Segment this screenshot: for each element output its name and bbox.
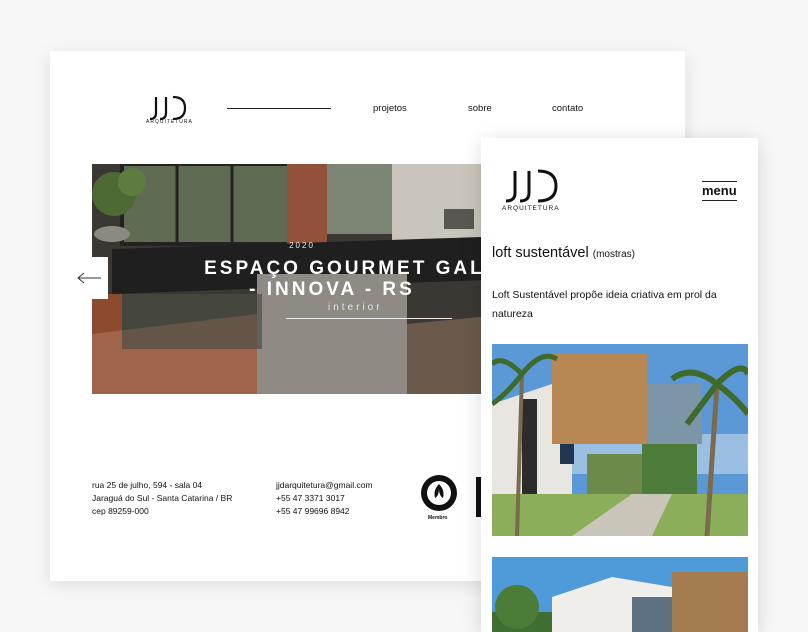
house-photo — [492, 557, 748, 632]
menu-button[interactable]: menu — [702, 181, 737, 201]
project-title[interactable]: loft sustentável — [492, 245, 589, 261]
nav-sobre[interactable]: sobre — [468, 103, 492, 114]
mobile-mockup: ARQUITETURA menu loft sustentável (mostr… — [481, 138, 758, 632]
arrow-left-icon — [77, 272, 101, 284]
hero-slider[interactable]: 2020 ESPAÇO GOURMET GALPÃO C - INNOVA - … — [92, 164, 512, 394]
logo-mark-icon — [505, 169, 558, 203]
phone-link[interactable]: +55 47 3371 3017 — [276, 492, 373, 505]
phone-link[interactable]: +55 47 99696 8942 — [276, 505, 373, 518]
project-description: Loft Sustentável propõe ideia criativa e… — [492, 289, 717, 320]
footer-address: rua 25 de julho, 594 - sala 04 Jaraguá d… — [92, 479, 232, 518]
footer-contact: jjdarquitetura@gmail.com +55 47 3371 301… — [276, 479, 373, 518]
project-heading: loft sustentável (mostras) — [492, 245, 635, 261]
hero-title-line2: - INNOVA - RS — [249, 279, 415, 300]
hero-title: ESPAÇO GOURMET GALPÃO C - INNOVA - RS — [142, 258, 512, 300]
nav-divider — [227, 108, 331, 109]
project-photo[interactable] — [492, 557, 748, 632]
hero-underline — [286, 318, 452, 319]
nav-projetos[interactable]: projetos — [373, 103, 407, 114]
green-building-council-seal-icon — [420, 474, 458, 512]
project-photo[interactable] — [492, 344, 748, 536]
hero-year: 2020 — [289, 241, 315, 250]
address-line: Jaraguá do Sul - Santa Catarina / BR — [92, 493, 233, 503]
address-line: cep 89259-000 — [92, 506, 149, 516]
mobile-logo-subtitle: ARQUITETURA — [502, 205, 560, 212]
email-link[interactable]: jjdarquitetura@gmail.com — [276, 479, 373, 492]
hero-title-line1: ESPAÇO GOURMET GALPÃO C — [204, 258, 512, 279]
address-line: rua 25 de julho, 594 - sala 04 — [92, 480, 203, 490]
logo-subtitle: ARQUITETURA — [146, 119, 193, 125]
mobile-logo[interactable] — [502, 169, 558, 210]
loft-photo — [492, 344, 748, 536]
hero-subtitle: interior — [328, 302, 383, 313]
nav-contato[interactable]: contato — [552, 103, 583, 114]
slider-prev-button[interactable] — [70, 257, 108, 299]
project-tag: (mostras) — [592, 249, 635, 260]
badge-label: Membro — [428, 515, 448, 521]
